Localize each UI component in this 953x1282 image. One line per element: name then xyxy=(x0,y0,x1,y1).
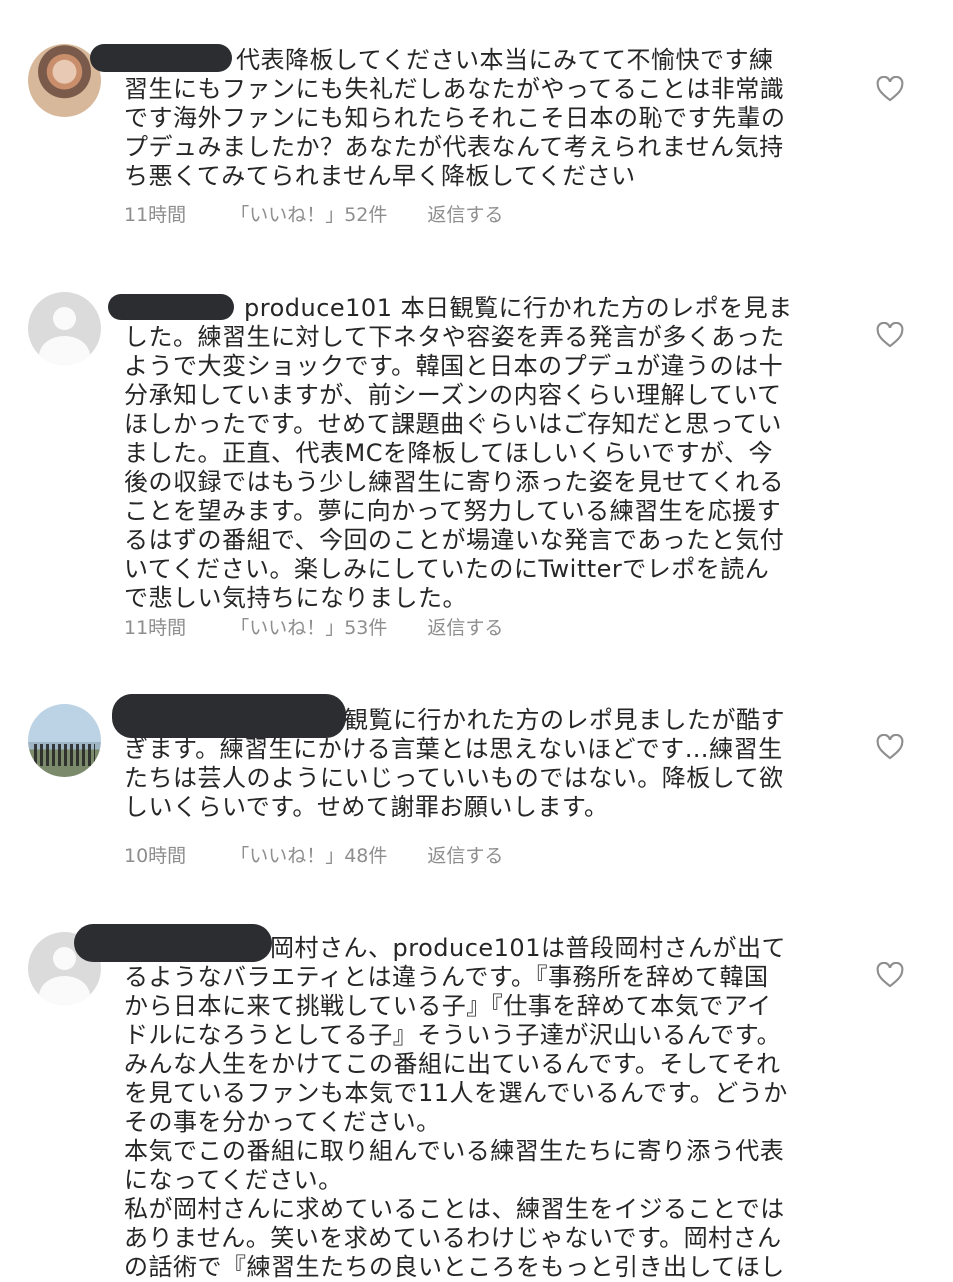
reply-button[interactable]: 返信する xyxy=(427,200,503,227)
comment-meta: 10時間 「いいね！」48件 返信する xyxy=(124,841,503,868)
like-heart-icon[interactable] xyxy=(876,76,904,102)
comment-text: 観覧に行かれた方のレポ見ましたが酷す ぎます。練習生にかける言葉とは思えないほど… xyxy=(124,706,785,821)
like-heart-icon[interactable] xyxy=(876,734,904,760)
comment-meta: 11時間 「いいね！」53件 返信する xyxy=(124,613,503,640)
like-heart-icon[interactable] xyxy=(876,962,904,988)
like-heart-icon[interactable] xyxy=(876,322,904,348)
like-count-link[interactable]: 「いいね！」48件 xyxy=(230,841,387,868)
commenter-avatar[interactable] xyxy=(28,704,101,777)
comment-time: 11時間 xyxy=(124,204,187,226)
default-avatar-icon[interactable] xyxy=(28,292,101,365)
comment-text: 代表降板してください本当にみてて不愉快です練 習生にもファンにも失礼だしあなたが… xyxy=(124,46,786,190)
like-count-link[interactable]: 「いいね！」53件 xyxy=(230,613,387,640)
comment-text: 岡村さん、produce101は普段岡村さんが出て るようなバラエティとは違うん… xyxy=(124,934,788,1281)
reply-button[interactable]: 返信する xyxy=(427,841,503,868)
reply-button[interactable]: 返信する xyxy=(427,613,503,640)
comment-meta: 11時間 「いいね！」52件 返信する xyxy=(124,200,503,227)
like-count-link[interactable]: 「いいね！」52件 xyxy=(230,200,387,227)
comment-time: 11時間 xyxy=(124,617,187,639)
comment-text: produce101 本日観覧に行かれた方のレポを見ま した。練習生に対して下ネ… xyxy=(124,294,793,612)
comment-time: 10時間 xyxy=(124,845,187,867)
